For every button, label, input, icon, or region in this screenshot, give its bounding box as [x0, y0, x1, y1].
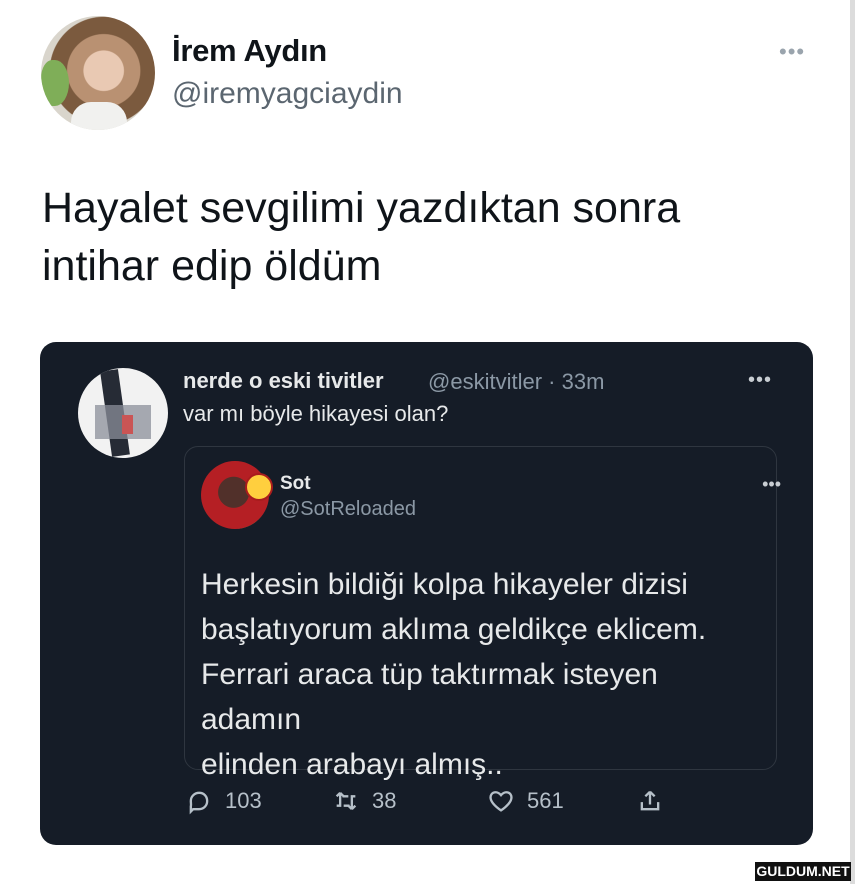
tweet-line-1: Hayalet sevgilimi yazdıktan sonra — [42, 184, 681, 232]
nested-author-handle[interactable]: @SotReloaded — [280, 498, 416, 521]
quoted-author-avatar[interactable] — [78, 368, 168, 458]
like-button[interactable]: 561 — [487, 786, 564, 816]
tweet-line-2: intihar edip öldüm — [42, 242, 382, 290]
nested-line-3: Ferrari araca tüp taktırmak isteyen adam… — [201, 658, 658, 736]
quoted-tweet-card[interactable]: nerde o eski tivitler @eskitvitler · 33m… — [40, 342, 813, 845]
nested-line-2: başlatıyorum aklıma geldikçe eklicem. — [201, 613, 707, 646]
watermark: GULDUM.NET — [755, 862, 851, 881]
retweet-count: 38 — [372, 788, 397, 813]
like-count: 561 — [527, 788, 564, 813]
team-badge-icon — [245, 473, 273, 501]
page-edge — [850, 0, 855, 884]
reply-icon — [189, 791, 209, 815]
author-name[interactable]: İrem Aydın — [172, 33, 327, 69]
nested-tweet-text: Herkesin bildiği kolpa hikayeler dizisi … — [201, 562, 761, 787]
reply-count: 103 — [225, 788, 262, 813]
quoted-author-meta: @eskitvitler · 33m — [428, 369, 604, 395]
avatar-detail — [122, 415, 133, 434]
author-handle[interactable]: @iremyagciaydin — [172, 77, 403, 111]
quoted-author-handle[interactable]: @eskitvitler — [428, 369, 542, 394]
nested-quote-card[interactable]: Sot @SotReloaded ••• Herkesin bildiği ko… — [184, 446, 781, 781]
quoted-tweet-text: var mı böyle hikayesi olan? — [183, 401, 449, 426]
tweet-text: Hayalet sevgilimi yazdıktan sonra intiha… — [42, 179, 782, 295]
quoted-time: · 33m — [548, 369, 605, 394]
author-avatar[interactable] — [41, 16, 155, 130]
quoted-author-name[interactable]: nerde o eski tivitler — [183, 368, 384, 394]
nested-line-4: elinden arabayı almış.. — [201, 748, 503, 781]
more-icon[interactable]: ••• — [779, 39, 805, 65]
nested-line-1: Herkesin bildiği kolpa hikayeler dizisi — [201, 568, 688, 601]
reply-button[interactable]: 103 — [185, 786, 262, 816]
nested-more-icon[interactable]: ••• — [762, 474, 781, 495]
nested-author-avatar[interactable] — [201, 461, 273, 529]
heart-icon — [489, 791, 513, 812]
share-icon — [640, 790, 660, 811]
nested-author-name[interactable]: Sot — [280, 473, 311, 495]
avatar-background — [41, 60, 69, 106]
share-button[interactable] — [636, 786, 664, 816]
avatar-detail — [71, 102, 127, 130]
retweet-icon — [335, 792, 357, 810]
quoted-more-icon[interactable]: ••• — [748, 369, 772, 392]
retweet-button[interactable]: 38 — [332, 786, 396, 816]
